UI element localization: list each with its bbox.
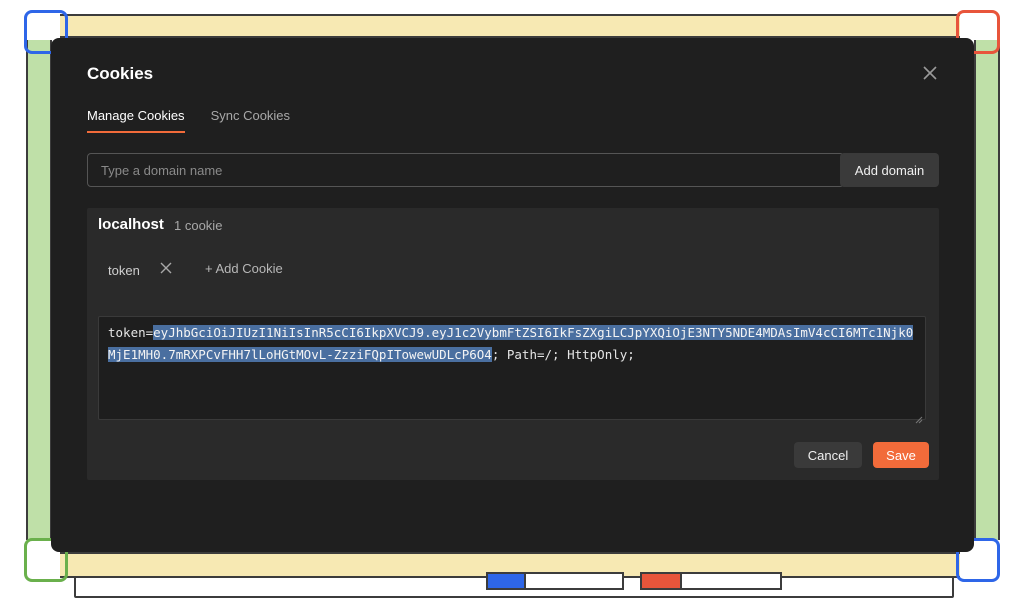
tab-sync-cookies[interactable]: Sync Cookies <box>211 108 290 133</box>
cookie-count: 1 cookie <box>174 218 223 233</box>
frame-left <box>26 40 52 540</box>
tab-manage-cookies[interactable]: Manage Cookies <box>87 108 185 133</box>
cookie-chip-label[interactable]: token <box>108 263 140 278</box>
cookies-modal: Cookies Manage Cookies Sync Cookies Add … <box>51 38 974 552</box>
close-icon[interactable] <box>159 261 173 275</box>
close-icon[interactable] <box>921 64 939 82</box>
modal-title: Cookies <box>87 64 154 83</box>
save-button[interactable]: Save <box>873 442 929 468</box>
frame-right <box>974 40 1000 540</box>
cookie-group-panel: localhost 1 cookie token + Add Cookie to… <box>87 208 939 480</box>
cancel-button[interactable]: Cancel <box>794 442 862 468</box>
marker-body <box>680 572 782 590</box>
add-domain-button[interactable]: Add domain <box>840 153 939 187</box>
cookie-suffix: ; Path=/; HttpOnly; <box>491 347 635 362</box>
marker-cap-red <box>640 572 684 590</box>
cookie-editor[interactable]: token=eyJhbGciOiJIUzI1NiIsInR5cCI6IkpXVC… <box>98 316 926 424</box>
marker-body <box>524 572 624 590</box>
cookie-prefix: token= <box>108 325 154 340</box>
add-cookie-button[interactable]: + Add Cookie <box>205 261 283 276</box>
domain-input[interactable] <box>87 153 844 187</box>
marker-cap-blue <box>486 572 528 590</box>
tab-bar: Manage Cookies Sync Cookies <box>87 108 290 133</box>
resize-handle-icon[interactable] <box>915 409 923 424</box>
domain-host: localhost <box>98 216 164 233</box>
frame-top <box>60 14 960 38</box>
